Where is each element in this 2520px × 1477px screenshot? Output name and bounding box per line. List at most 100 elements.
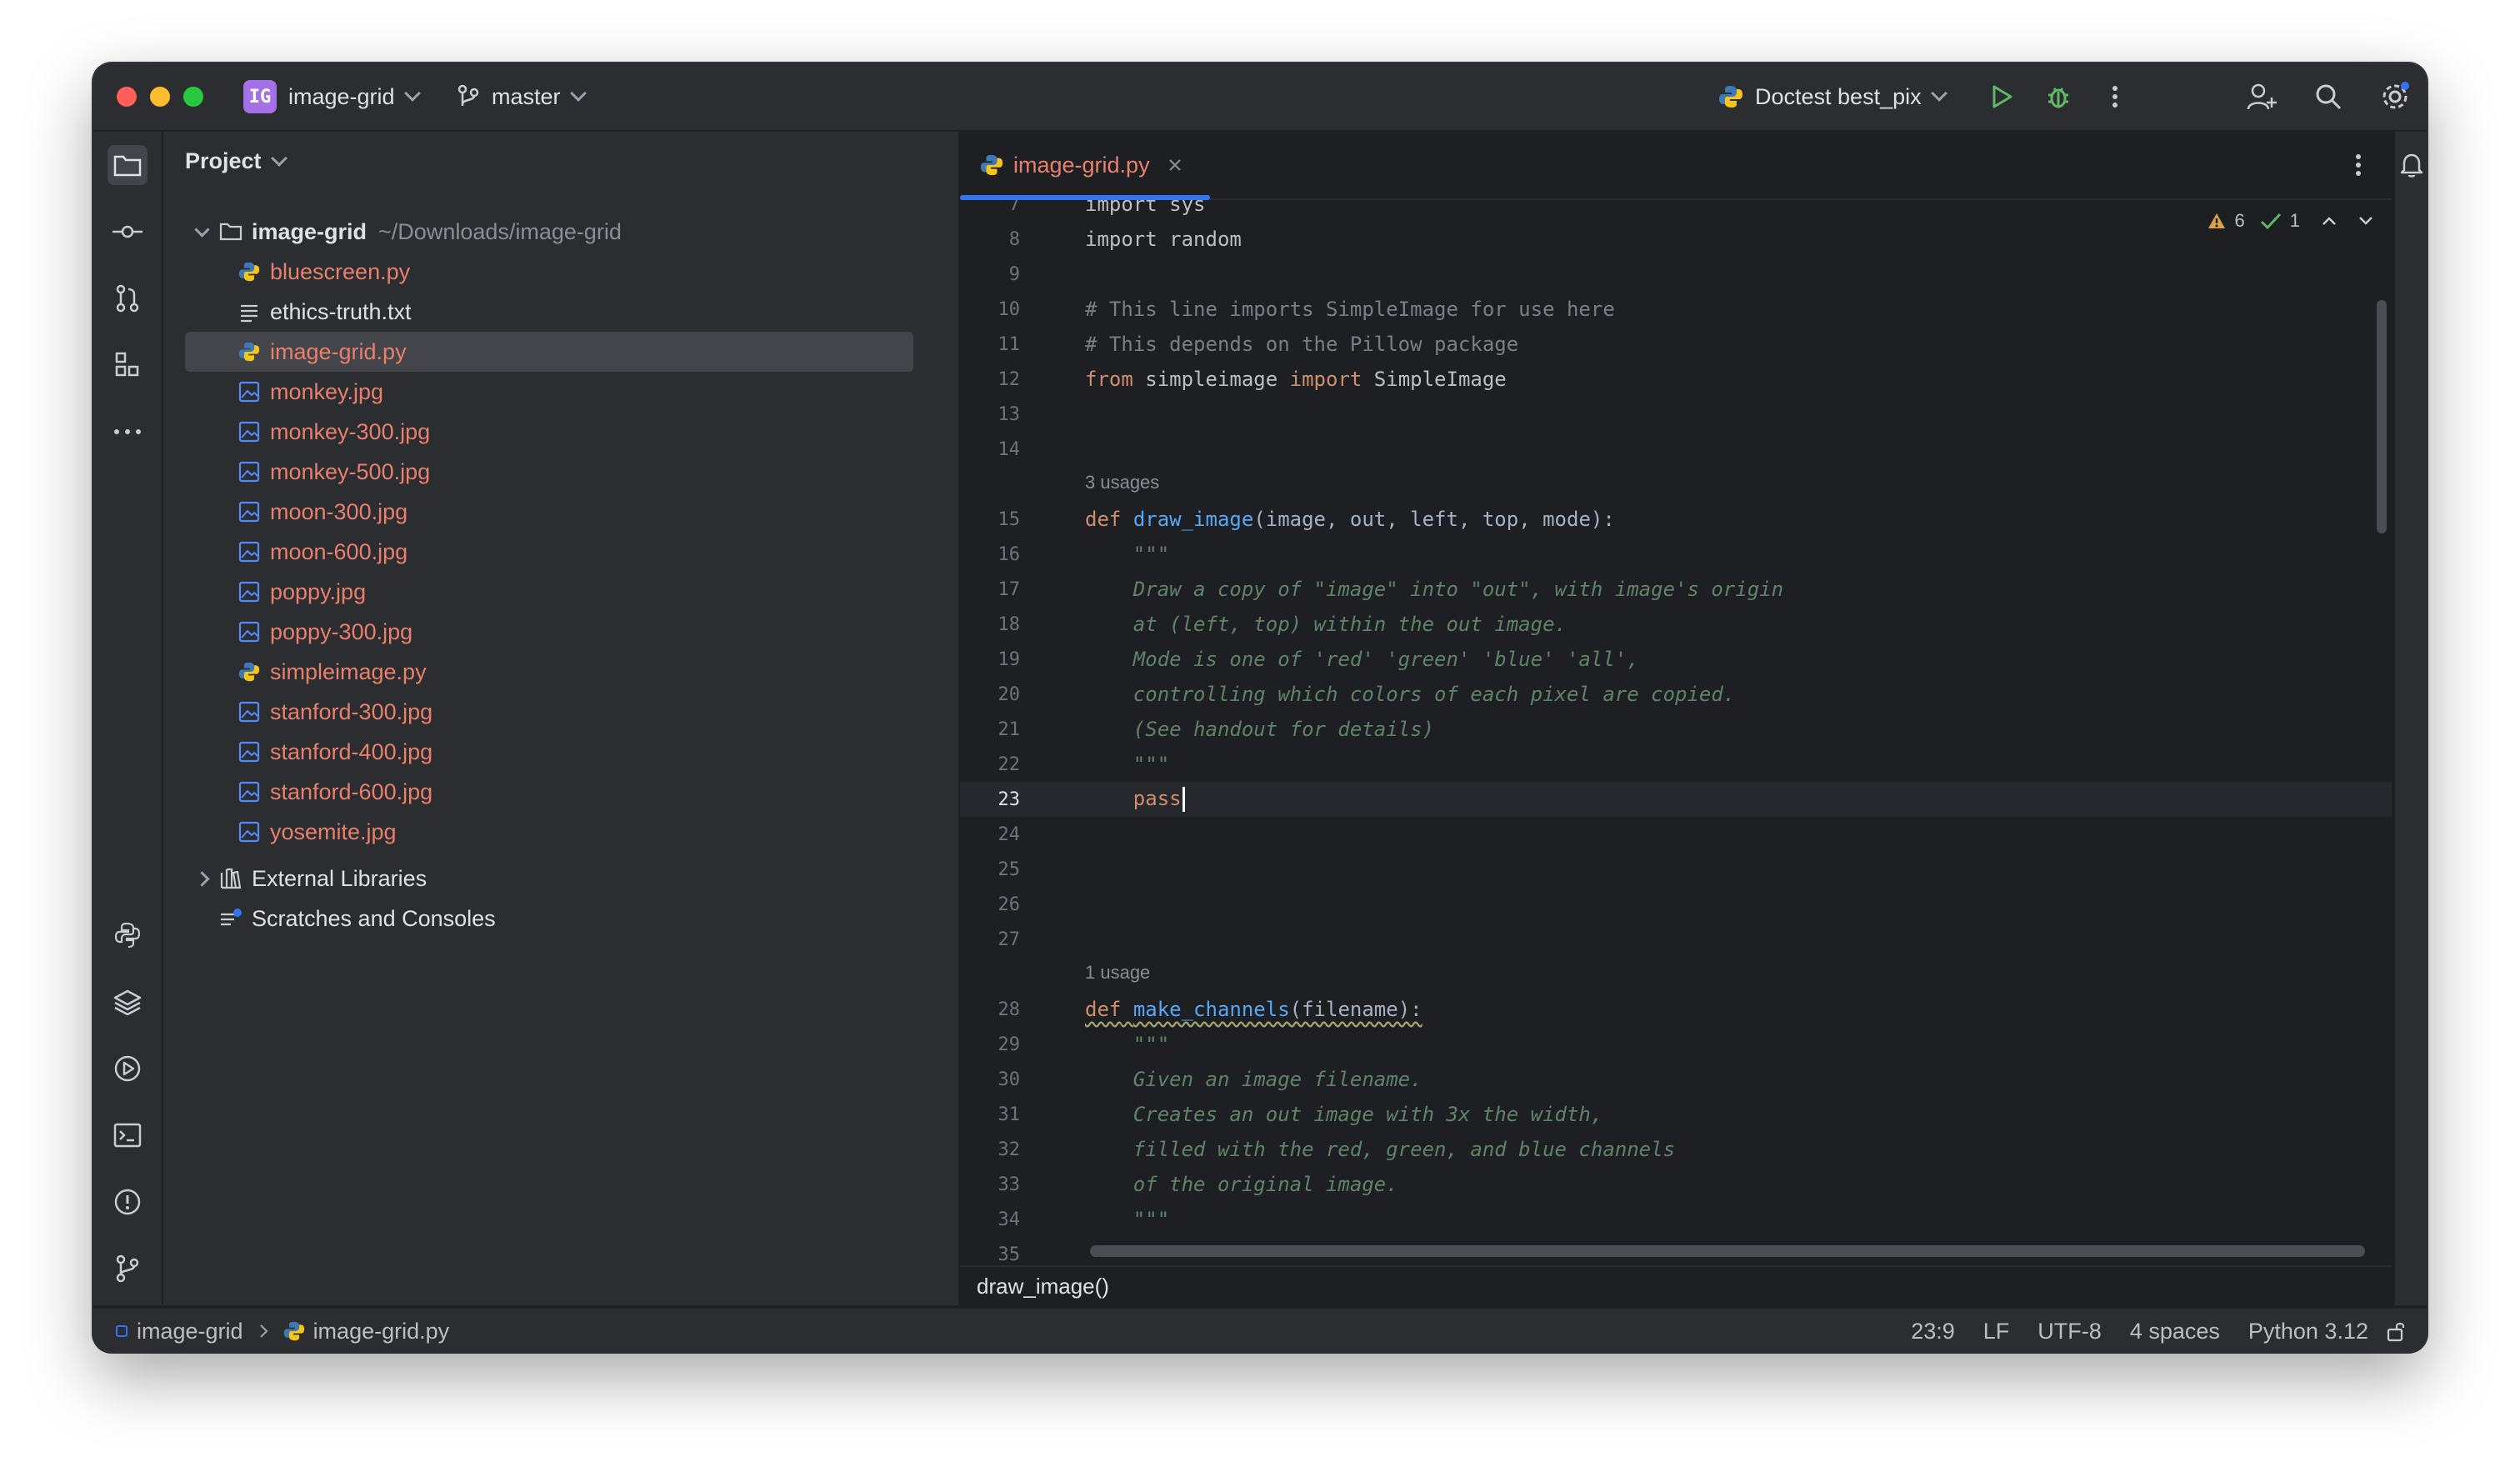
- tree-external-libraries[interactable]: External Libraries: [185, 859, 913, 899]
- code-line: 31 Creates an out image with 3x the widt…: [998, 1103, 1603, 1126]
- tree-file-item[interactable]: stanford-600.jpg: [185, 772, 913, 812]
- tree-file-item[interactable]: bluescreen.py: [185, 252, 913, 292]
- tree-scratches[interactable]: Scratches and Consoles: [185, 899, 913, 939]
- close-tab-icon[interactable]: [1168, 158, 1182, 172]
- expand-arrow-icon[interactable]: [185, 221, 218, 238]
- tree-file-item[interactable]: moon-300.jpg: [185, 492, 913, 532]
- status-project-link[interactable]: image-grid: [137, 1319, 243, 1344]
- image-file-icon: [237, 819, 262, 844]
- code-line: 25: [998, 859, 1021, 880]
- code-line: 21 (See handout for details): [998, 718, 1435, 741]
- code-line: 33 of the original image.: [998, 1173, 1398, 1196]
- lock-icon[interactable]: [2383, 1319, 2408, 1344]
- image-file-icon: [237, 579, 262, 604]
- usages-hint[interactable]: 1 usage: [1085, 962, 1150, 984]
- code-line: 27: [998, 929, 1021, 950]
- commit-icon[interactable]: [108, 212, 148, 252]
- project-name: image-grid: [288, 83, 395, 109]
- vertical-scrollbar[interactable]: [2377, 300, 2387, 533]
- tree-file-name: simpleimage.py: [270, 658, 427, 684]
- notifications-bell-icon[interactable]: [2395, 145, 2427, 185]
- settings-gear-icon[interactable]: [2377, 78, 2413, 115]
- search-icon[interactable]: [2310, 78, 2347, 115]
- chevron-down-icon: [1930, 85, 1948, 102]
- tree-file-item[interactable]: image-grid.py: [185, 332, 913, 372]
- project-panel: Project image-grid ~/Downloads/image-gri…: [163, 132, 960, 1305]
- terminal-icon[interactable]: [108, 1115, 148, 1155]
- structure-icon[interactable]: [108, 345, 148, 385]
- run-services-icon[interactable]: [108, 1049, 148, 1089]
- python-file-icon: [283, 1320, 305, 1342]
- horizontal-scrollbar[interactable]: [1090, 1245, 2365, 1257]
- code-editor[interactable]: 6 1 7 import sys 8 import random 9 10 # Thi…: [960, 200, 2392, 1300]
- tree-file-item[interactable]: ethics-truth.txt: [185, 292, 913, 332]
- root-folder-name: image-grid: [252, 218, 368, 244]
- breadcrumb-function[interactable]: draw_image(): [977, 1274, 1109, 1299]
- tree-file-name: monkey.jpg: [270, 378, 384, 404]
- image-file-icon: [237, 779, 262, 804]
- tree-file-item[interactable]: stanford-400.jpg: [185, 732, 913, 772]
- minimize-window-button[interactable]: [150, 87, 170, 107]
- code-line: 16 """: [998, 543, 1170, 566]
- chevron-down-icon: [569, 85, 587, 102]
- project-folder-icon[interactable]: [108, 145, 148, 185]
- chevron-down-icon: [270, 149, 288, 167]
- pull-requests-icon[interactable]: [108, 278, 148, 318]
- project-panel-title: Project: [185, 148, 262, 173]
- code-line: 15 def draw_image(image, out, left, top, …: [998, 508, 1615, 531]
- problems-icon[interactable]: [108, 1182, 148, 1222]
- project-panel-header[interactable]: Project: [185, 148, 288, 174]
- project-badge: IG: [243, 80, 277, 113]
- tree-file-item[interactable]: stanford-300.jpg: [185, 692, 913, 732]
- tree-file-item[interactable]: monkey-300.jpg: [185, 412, 913, 452]
- line-ending[interactable]: LF: [1983, 1319, 2010, 1344]
- tree-file-item[interactable]: monkey.jpg: [185, 372, 913, 412]
- tree-file-item[interactable]: yosemite.jpg: [185, 812, 913, 852]
- ide-window: IG image-grid master Doctest best_pix Pr…: [93, 63, 2427, 1352]
- debug-button[interactable]: [2040, 78, 2077, 115]
- python-console-icon[interactable]: [108, 915, 148, 955]
- external-libraries-label: External Libraries: [252, 865, 428, 891]
- image-file-icon: [237, 739, 262, 764]
- git-icon[interactable]: [108, 1249, 148, 1289]
- tree-file-name: stanford-300.jpg: [270, 698, 433, 724]
- usages-hint[interactable]: 3 usages: [1085, 472, 1159, 493]
- indent-setting[interactable]: 4 spaces: [2130, 1319, 2220, 1344]
- maximize-window-button[interactable]: [183, 87, 203, 107]
- run-config-selector[interactable]: Doctest best_pix: [1718, 78, 1948, 115]
- tree-file-name: poppy.jpg: [270, 578, 367, 604]
- code-line: 20 controlling which colors of each pixe…: [998, 683, 1736, 706]
- code-line: 24: [998, 824, 1021, 845]
- image-file-icon: [237, 499, 262, 524]
- project-switcher[interactable]: IG image-grid: [243, 78, 421, 115]
- tree-file-item[interactable]: simpleimage.py: [185, 652, 913, 692]
- library-icon: [218, 866, 243, 891]
- status-file-link[interactable]: image-grid.py: [313, 1319, 450, 1344]
- status-widgets: 23:9 LF UTF-8 4 spaces Python 3.12: [1911, 1309, 2368, 1352]
- tree-file-item[interactable]: poppy-300.jpg: [185, 612, 913, 652]
- image-file-icon: [237, 619, 262, 644]
- tree-root[interactable]: image-grid ~/Downloads/image-grid: [185, 212, 913, 252]
- file-encoding[interactable]: UTF-8: [2038, 1319, 2102, 1344]
- add-user-icon[interactable]: [2243, 78, 2280, 115]
- python-interpreter[interactable]: Python 3.12: [2248, 1319, 2368, 1344]
- chevron-down-icon: [403, 85, 421, 102]
- more-actions-icon[interactable]: [2097, 78, 2133, 115]
- code-line: 19 Mode is one of 'red' 'green' 'blue' '…: [998, 648, 1639, 671]
- caret-position[interactable]: 23:9: [1911, 1319, 1955, 1344]
- expand-arrow-icon[interactable]: [185, 870, 218, 887]
- code-breadcrumb[interactable]: draw_image(): [960, 1265, 2392, 1305]
- status-breadcrumb: image-grid image-grid.py: [115, 1309, 449, 1352]
- tab-image-grid-py[interactable]: image-grid.py: [960, 132, 1210, 200]
- root-folder-path: ~/Downloads/image-grid: [378, 218, 622, 244]
- branch-switcher[interactable]: master: [457, 78, 587, 115]
- layers-icon[interactable]: [108, 982, 148, 1022]
- tree-file-item[interactable]: poppy.jpg: [185, 572, 913, 612]
- more-tools-icon[interactable]: [108, 412, 148, 452]
- tree-file-item[interactable]: monkey-500.jpg: [185, 452, 913, 492]
- run-button[interactable]: [1983, 78, 2020, 115]
- tab-options-icon[interactable]: [2350, 150, 2367, 180]
- close-window-button[interactable]: [117, 87, 137, 107]
- tree-file-item[interactable]: moon-600.jpg: [185, 532, 913, 572]
- tree-file-name: monkey-500.jpg: [270, 458, 431, 484]
